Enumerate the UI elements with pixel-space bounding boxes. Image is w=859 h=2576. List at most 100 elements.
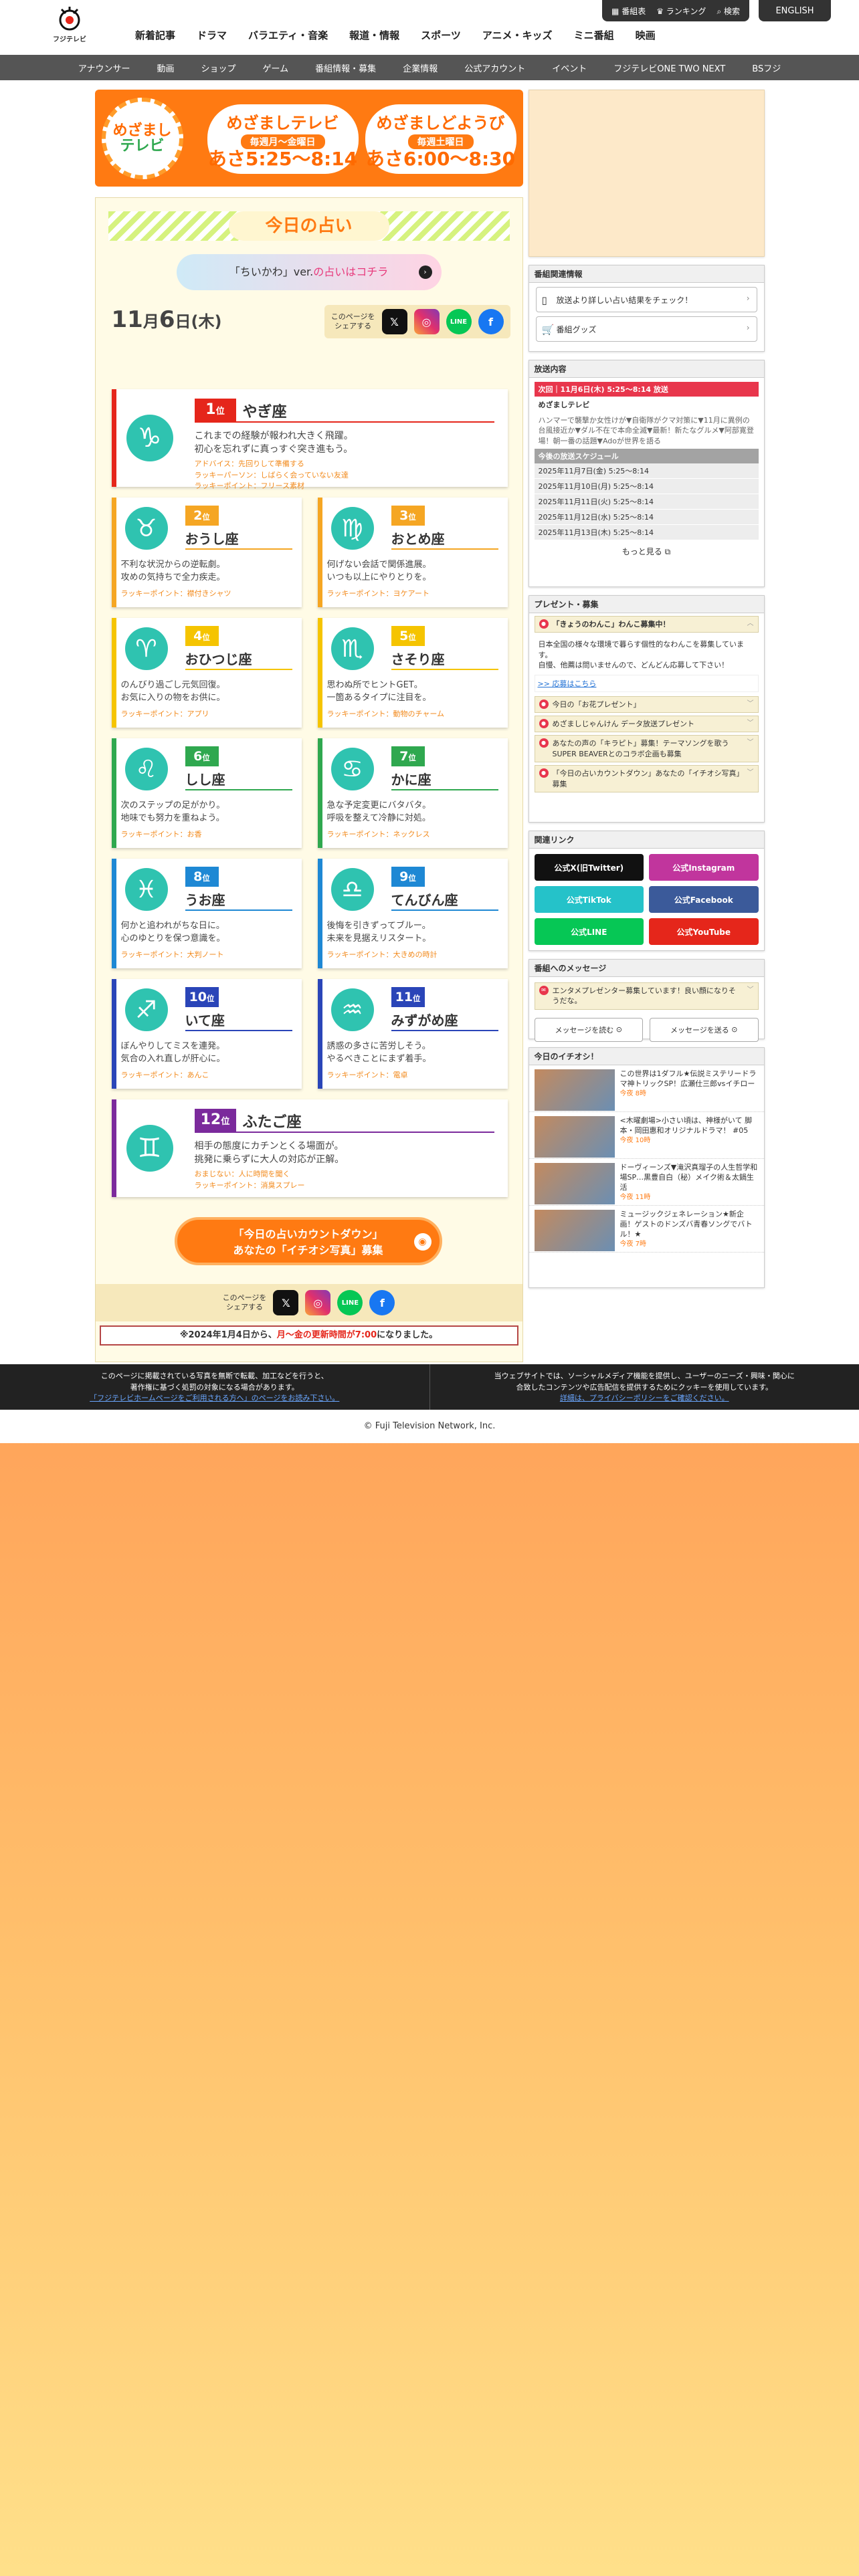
fuji-tv-logo[interactable]: フジテレビ <box>48 5 91 45</box>
ichioshi-item[interactable]: この世界は1ダフル★伝説ミステリードラマ神トリックSP！広瀬仕三郎vsイチロー今… <box>529 1065 764 1112</box>
chevron-right-icon: › <box>746 323 750 332</box>
subnav-item[interactable]: 企業情報 <box>389 62 451 74</box>
chevron-down-icon: ﹀ <box>747 739 754 747</box>
rank-color-bar <box>317 859 322 968</box>
rank-number: 9 <box>399 869 409 884</box>
sns-link-button[interactable]: 公式TikTok <box>534 886 644 913</box>
bell-icon: ● <box>539 738 549 748</box>
rank-color-bar <box>111 1099 116 1197</box>
goods-button[interactable]: 🛒 番組グッズ › <box>535 316 757 342</box>
countdown-line1: 「今日の占いカウントダウン」 <box>233 1228 383 1241</box>
rank-badge: 4位 <box>185 626 219 646</box>
zodiac-icon: ♓ <box>124 868 168 911</box>
sns-link-button[interactable]: 公式Instagram <box>649 854 759 881</box>
fortune-description: 何げない会話で関係進展。 いつも以上にやりとりを。 <box>326 560 432 582</box>
lucky-point: ラッキーポイント：お香 <box>120 830 202 839</box>
subnav-item[interactable]: ゲーム <box>250 62 302 74</box>
chevron-right-icon: › <box>418 265 432 279</box>
sign-name: うお座 <box>185 892 225 908</box>
panel-title: 関連リンク <box>529 831 764 849</box>
nav-item[interactable]: ドラマ <box>186 28 237 42</box>
nav-item[interactable]: アニメ・キッズ <box>472 28 563 42</box>
button-label: 番組グッズ <box>556 324 597 334</box>
rank-badge: 11位 <box>391 987 425 1007</box>
present-item[interactable]: ● 「今日の占いカウントダウン」あなたの「イチオシ写真」募集 ﹀ <box>534 765 759 792</box>
send-message-button[interactable]: メッセージを送る ⊙ <box>650 1017 759 1042</box>
lucky-point: ラッキーポイント：大きめの時計 <box>326 950 438 959</box>
line-share-icon[interactable]: LINE <box>446 309 472 334</box>
apply-link[interactable]: >> 応募はこちら <box>534 674 759 692</box>
ichioshi-item[interactable]: <木曜劇場>小さい頃は、神様がいて 脚本・岡田惠和オリジナルドラマ！ #05 今夜… <box>529 1112 764 1159</box>
subnav-item[interactable]: ショップ <box>188 62 250 74</box>
nav-item[interactable]: 映画 <box>625 28 666 42</box>
nav-item[interactable]: 新着記事 <box>124 28 186 42</box>
advice: アドバイス：先回りして準備する <box>194 459 304 468</box>
nav-item[interactable]: スポーツ <box>410 28 472 42</box>
sns-link-button[interactable]: 公式LINE <box>534 918 644 945</box>
subnav-item[interactable]: イベント <box>539 62 600 74</box>
footer-cookie-notice: 当ウェブサイトでは、ソーシャルメディア機能を提供し、ユーザーのニーズ・興味・関心… <box>430 1364 859 1410</box>
subnav-item[interactable]: 動画 <box>144 62 188 74</box>
search-link[interactable]: ⌕ 検索 <box>717 5 740 17</box>
x-share-icon[interactable]: 𝕏 <box>381 309 407 334</box>
footer-link[interactable]: 詳細は、プライバシーポリシーをご確認ください。 <box>560 1394 729 1402</box>
read-message-button[interactable]: メッセージを読む ⊙ <box>534 1017 643 1042</box>
instagram-share-icon[interactable]: ◎ <box>305 1290 331 1315</box>
fortune-description: 相手の態度にカチンとくる場面が。 挑発に乗らずに大人の対応が正解。 <box>194 1141 345 1166</box>
ranking-link[interactable]: ♛ ランキング <box>656 5 706 17</box>
english-button[interactable]: ENGLISH <box>759 0 831 21</box>
chiikawa-banner[interactable]: 「ちいかわ」ver.の占いはコチラ › <box>176 254 442 290</box>
rank-badge: 9位 <box>391 867 425 887</box>
bell-icon: ● <box>539 768 549 778</box>
fortune-card: ♑ 1位 やぎ座 これまでの経験が報われ大きく飛躍。 初心を忘れずに真っすぐ突き… <box>111 389 508 490</box>
subnav-item[interactable]: フジテレビONE TWO NEXT <box>600 62 739 74</box>
rank-badge: 5位 <box>391 626 425 646</box>
zodiac-icon: ♎ <box>330 868 374 911</box>
rank-unit: 位 <box>408 512 416 522</box>
fortune-description: のんびり過ごし元気回復。 お気に入りの物をお供に。 <box>120 680 225 703</box>
present-item[interactable]: ● あなたの声の「キラピト」募集！テーマソングを歌うSUPER BEAVERとのコ… <box>534 735 759 763</box>
message-item[interactable]: ✉ エンタメプレゼンター募集しています！良い顔になりそうだな。 ﹀ <box>534 982 759 1010</box>
nav-item[interactable]: 報道・情報 <box>339 28 410 42</box>
rank-unit: 位 <box>202 873 210 883</box>
mezamashi-logo: めざまし テレビ <box>101 98 183 179</box>
ichioshi-item[interactable]: ドーヴィーンズ▼滝沢真瑠子の人生哲学和場SP…黒豊自白（秘）メイク術＆太鍋生活今… <box>529 1159 764 1206</box>
rank-badge: 2位 <box>185 506 219 526</box>
main-nav: 新着記事 ドラマ バラエティ・音楽 報道・情報 スポーツ アニメ・キッズ ミニ番… <box>124 28 666 42</box>
button-label: メッセージを送る <box>670 1025 729 1035</box>
line-share-icon[interactable]: LINE <box>337 1290 363 1315</box>
footer-line: 当ウェブサイトでは、ソーシャルメディア機能を提供し、ユーザーのニーズ・興味・関心… <box>494 1372 795 1380</box>
notice-post: になりました。 <box>377 1330 438 1340</box>
x-share-icon[interactable]: 𝕏 <box>273 1290 299 1315</box>
fortune-description: 不利な状況からの逆転劇。 攻めの気持ちで全力疾走。 <box>120 560 225 582</box>
nav-item[interactable]: ミニ番組 <box>563 28 625 42</box>
present-item[interactable]: ● 今日の「お花プレゼント」 ﹀ <box>534 695 759 713</box>
sns-link-button[interactable]: 公式Facebook <box>649 886 759 913</box>
subnav-item[interactable]: 番組情報・募集 <box>302 62 389 74</box>
facebook-share-icon[interactable]: f <box>478 309 504 334</box>
nav-item[interactable]: バラエティ・音楽 <box>237 28 339 42</box>
sns-link-button[interactable]: 公式YouTube <box>649 918 759 945</box>
sns-link-button[interactable]: 公式X(旧Twitter) <box>534 854 644 881</box>
detailed-fortune-button[interactable]: ▯ 放送より詳しい占い結果をチェック！ › <box>535 287 757 312</box>
eye-mascot-icon <box>59 7 80 31</box>
cart-icon: 🛒 <box>541 324 555 336</box>
program-banner[interactable]: めざまし テレビ めざましテレビ 毎週月〜金曜日 あさ5:25〜8:14 めざま… <box>94 90 523 187</box>
subnav-item[interactable]: BSフジ <box>739 62 794 74</box>
present-item[interactable]: ● めざましじゃんけん データ放送プレゼント ﹀ <box>534 715 759 733</box>
logo-text: フジテレビ <box>53 36 86 43</box>
subnav-item[interactable]: アナウンサー <box>65 62 144 74</box>
schedule-row: 2025年11月13日(木) 5:25〜8:14 <box>534 525 759 541</box>
instagram-share-icon[interactable]: ◎ <box>413 309 440 334</box>
ichioshi-item[interactable]: ミュージックジェネレーション★新企画！ゲストのドンズバ青春ソングでバトル！★ 今夜… <box>529 1206 764 1253</box>
more-link[interactable]: もっと見る ⧉ <box>529 546 764 557</box>
program-guide-link[interactable]: ▦ 番組表 <box>611 5 646 17</box>
zodiac-icon: ♏ <box>330 627 374 670</box>
subnav-item[interactable]: 公式アカウント <box>451 62 539 74</box>
rank-color-bar <box>317 738 322 848</box>
footer-link[interactable]: 「フジテレビホームページをご利用される方へ」のページをお読み下さい。 <box>90 1394 339 1402</box>
present-item-open[interactable]: ● 「きょうのわんこ」わんこ募集中！ ︿ <box>534 616 759 633</box>
countdown-banner[interactable]: 「今日の占いカウントダウン」 あなたの「イチオシ写真」募集 ◉ <box>174 1217 442 1265</box>
facebook-share-icon[interactable]: f <box>369 1290 395 1315</box>
ranking-label: ランキング <box>666 6 706 16</box>
